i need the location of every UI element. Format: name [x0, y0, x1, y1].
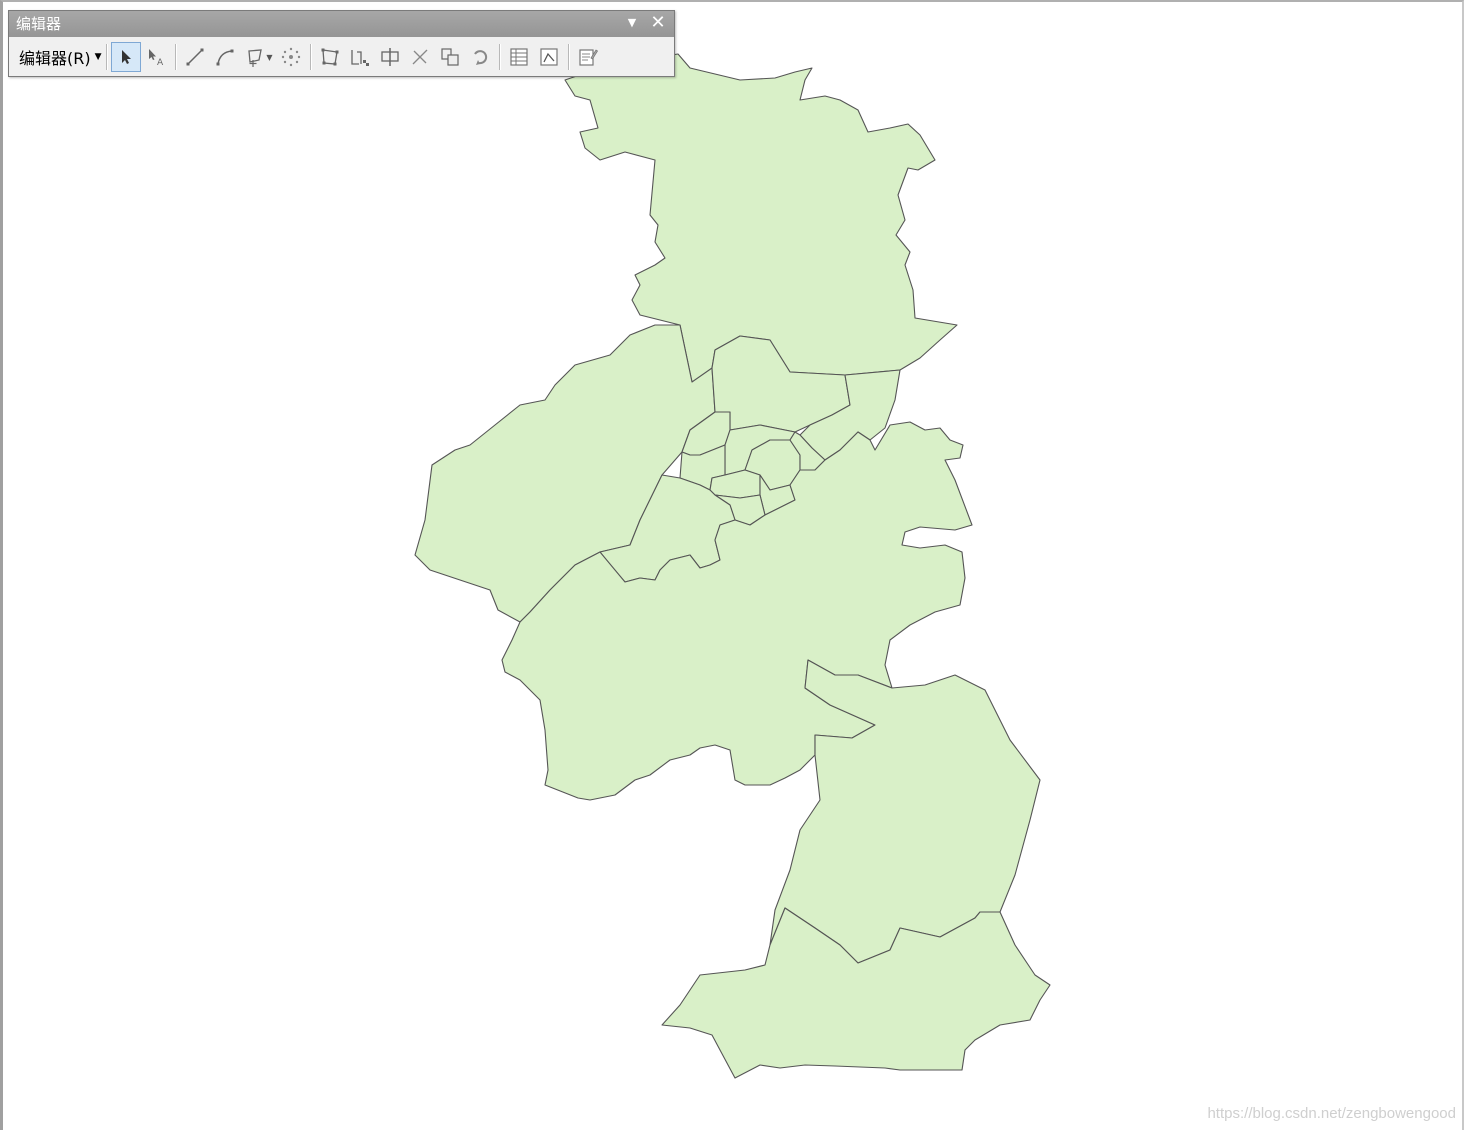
split-icon — [412, 49, 427, 65]
caret-down-icon: ▼ — [94, 52, 102, 62]
toolbar-title: 编辑器 — [16, 15, 62, 33]
edit-annotation-tool[interactable]: A — [141, 42, 171, 72]
arc-segment-icon — [216, 49, 234, 66]
rotate-icon — [473, 50, 487, 65]
arrow-pointer-icon — [121, 50, 131, 64]
watermark-text: https://blog.csdn.net/zengbowengood — [1207, 1105, 1456, 1122]
reshape-icon — [350, 50, 369, 66]
construction-tools[interactable]: ▼ — [240, 42, 273, 72]
editor-menu-button[interactable]: 编辑器(R) ▼ — [19, 43, 102, 71]
edit-tool[interactable] — [110, 42, 141, 72]
close-icon[interactable]: ✕ — [649, 14, 667, 32]
edit-vertices-icon — [321, 48, 339, 66]
editor-menu-label: 编辑器(R) — [19, 49, 91, 68]
create-features-tool[interactable] — [573, 42, 603, 72]
attributes-tool[interactable] — [504, 42, 534, 72]
endpoint-arc-tool[interactable] — [210, 42, 240, 72]
toolbar-separator — [174, 44, 176, 70]
copy-features-tool[interactable] — [435, 42, 465, 72]
toolbar-titlebar[interactable]: 编辑器 ▼ ✕ — [9, 11, 674, 37]
cut-polygons-tool[interactable] — [375, 42, 405, 72]
copy-features-icon — [440, 48, 459, 66]
point-scatter-icon — [281, 47, 300, 67]
toolbar-separator — [105, 44, 107, 70]
toolbar-separator — [309, 44, 311, 70]
chevron-down-icon[interactable]: ▼ — [623, 14, 641, 32]
sketch-properties-tool[interactable] — [534, 42, 564, 72]
polygon-construct-icon — [247, 49, 262, 67]
map-canvas[interactable] — [0, 0, 1464, 1130]
editor-toolbar[interactable]: 编辑器 ▼ ✕ 编辑器(R) ▼ A ▼ — [8, 10, 675, 77]
split-tool[interactable] — [405, 42, 435, 72]
rotate-tool[interactable] — [465, 42, 495, 72]
reshape-feature-tool[interactable] — [345, 42, 375, 72]
create-features-icon — [578, 49, 598, 66]
midpoint-tool[interactable] — [276, 42, 306, 72]
toolbar-separator — [567, 44, 569, 70]
annotation-arrow-icon: A — [148, 49, 164, 68]
svg-text:A: A — [157, 58, 164, 68]
sketch-properties-icon — [539, 48, 558, 66]
attributes-table-icon — [509, 48, 528, 66]
cut-polygon-icon — [380, 48, 399, 66]
district-north[interactable] — [564, 53, 958, 383]
line-segment-icon — [186, 48, 204, 66]
chevron-down-icon[interactable]: ▼ — [266, 53, 272, 62]
toolbar-separator — [498, 44, 500, 70]
straight-segment-tool[interactable] — [180, 42, 210, 72]
toolbar-row: 编辑器(R) ▼ A ▼ — [9, 38, 674, 76]
edit-vertices-tool[interactable] — [315, 42, 345, 72]
